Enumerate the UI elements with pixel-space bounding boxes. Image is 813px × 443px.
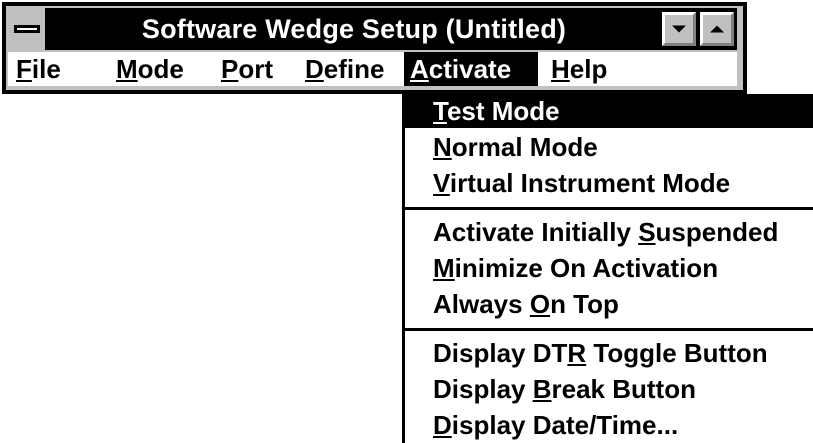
menu-item-accel: B	[532, 374, 552, 404]
menu-item-text: n Top	[550, 289, 619, 319]
maximize-arrow-icon	[710, 25, 724, 33]
menu-item-text: est Mode	[446, 96, 560, 126]
menu-port-accel: P	[221, 54, 239, 84]
menu-help-accel: H	[551, 54, 570, 84]
menu-activate[interactable]: Activate	[404, 52, 538, 86]
minimize-arrow-icon	[672, 25, 686, 33]
menu-define[interactable]: Define	[299, 52, 390, 86]
menu-item-text: Toggle Button	[586, 338, 768, 368]
menu-port[interactable]: Port	[215, 52, 279, 86]
menu-item-accel: M	[433, 253, 455, 283]
menu-item-accel: D	[433, 410, 452, 440]
menu-item-accel: T	[433, 96, 447, 126]
menu-item-text: irtual Instrument Mode	[449, 168, 731, 198]
menu-item-text: inimize On Activation	[454, 253, 719, 283]
menu-item-text: ormal Mode	[451, 132, 598, 162]
window-title: Software Wedge Setup (Untitled)	[141, 14, 567, 44]
menu-item-normal-mode[interactable]: Normal Mode	[405, 130, 813, 164]
title-bar[interactable]: Software Wedge Setup (Untitled)	[8, 8, 737, 50]
menu-mode-accel: M	[116, 54, 138, 84]
menu-file-label: ile	[31, 54, 61, 84]
menu-separator	[405, 207, 813, 210]
menu-item-text: isplay Date/Time...	[451, 410, 679, 440]
menu-file[interactable]: File	[10, 52, 67, 86]
menu-item-text: reak Button	[551, 374, 696, 404]
activate-dropdown-menu: Test Mode Normal Mode Virtual Instrument…	[402, 94, 813, 443]
menu-activate-accel: A	[410, 54, 429, 84]
menu-item-text: Display DT	[433, 338, 568, 368]
minimize-button[interactable]	[660, 10, 698, 48]
menu-item-activate-initially-suspended[interactable]: Activate Initially Suspended	[405, 215, 813, 249]
menu-item-text: Activate Initially	[433, 217, 639, 247]
menu-item-always-on-top[interactable]: Always On Top	[405, 287, 813, 321]
menu-item-text: Always	[433, 289, 530, 319]
menu-item-accel: R	[567, 338, 587, 368]
menu-item-accel: O	[529, 289, 551, 319]
menu-item-display-dtr-toggle-button[interactable]: Display DTR Toggle Button	[405, 336, 813, 370]
menu-item-display-break-button[interactable]: Display Break Button	[405, 372, 813, 406]
menu-item-text: Display	[433, 374, 533, 404]
menu-item-accel: S	[638, 217, 656, 247]
menu-activate-label: ctivate	[428, 54, 512, 84]
system-menu-icon[interactable]	[8, 8, 48, 50]
menu-item-minimize-on-activation[interactable]: Minimize On Activation	[405, 251, 813, 285]
menu-item-accel: V	[433, 168, 450, 198]
menu-bar: File Mode Port Define Activate Help	[8, 52, 737, 86]
menu-help-label: elp	[569, 54, 608, 84]
menu-define-label: efine	[323, 54, 385, 84]
menu-separator	[405, 328, 813, 331]
menu-file-accel: F	[16, 54, 32, 84]
menu-item-test-mode[interactable]: Test Mode	[405, 94, 813, 128]
menu-port-label: ort	[238, 54, 274, 84]
menu-help[interactable]: Help	[545, 52, 613, 86]
menu-item-accel: N	[433, 132, 452, 162]
menu-mode-label: ode	[137, 54, 184, 84]
menu-item-virtual-instrument-mode[interactable]: Virtual Instrument Mode	[405, 166, 813, 200]
menu-item-text: uspended	[655, 217, 779, 247]
maximize-button[interactable]	[698, 10, 736, 48]
menu-define-accel: D	[305, 54, 324, 84]
menu-item-display-date-time[interactable]: Display Date/Time...	[405, 408, 813, 442]
menu-mode[interactable]: Mode	[110, 52, 190, 86]
system-menu-bar-glyph	[14, 25, 40, 33]
